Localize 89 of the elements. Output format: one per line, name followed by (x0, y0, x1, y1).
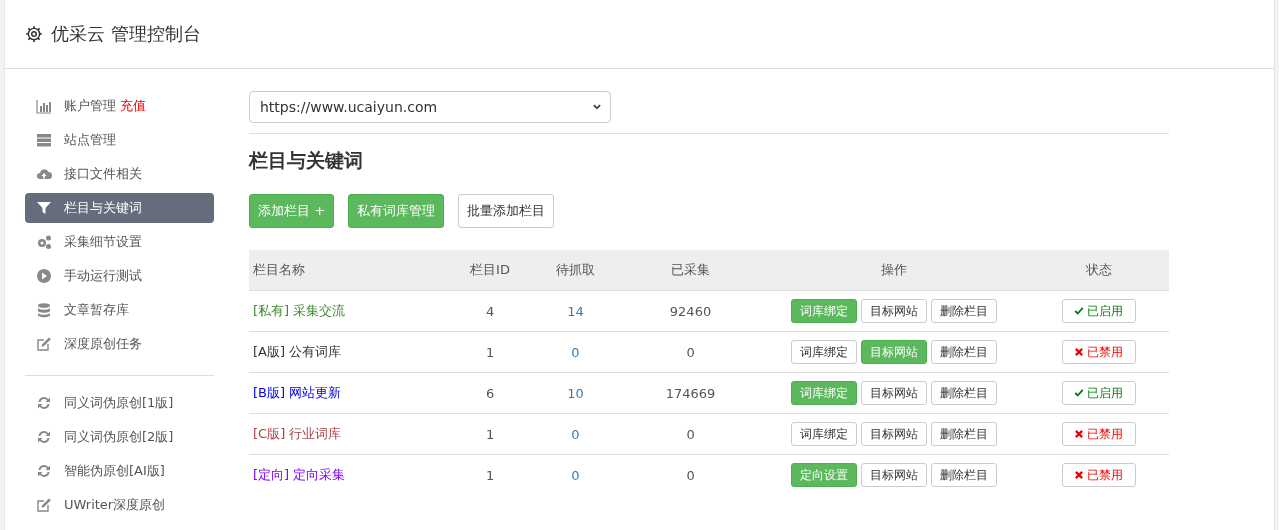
table-cell: 1 (449, 413, 531, 455)
column-name-cell: [B版] 网站更新 (249, 372, 450, 414)
action-button[interactable]: 词库绑定 (791, 422, 858, 446)
status-toggle[interactable]: 已禁用 (1061, 422, 1136, 446)
table-cell: 6 (449, 372, 531, 414)
database-icon (36, 302, 52, 318)
sidebar-item-label: 同义词伪原创[2版] (64, 428, 174, 446)
action-button[interactable]: 删除栏目 (931, 299, 998, 323)
action-button[interactable]: 目标网站 (861, 381, 928, 405)
column-header: 待抓取 (530, 250, 621, 291)
server-icon (36, 132, 52, 148)
action-button[interactable]: 目标网站 (861, 299, 928, 323)
action-button[interactable]: 删除栏目 (931, 340, 998, 364)
status-toggle[interactable]: 已启用 (1061, 381, 1136, 405)
action-button[interactable]: 词库绑定 (791, 340, 858, 364)
sidebar-item[interactable]: 同义词伪原创[1版] (25, 388, 214, 418)
chart-icon (36, 98, 52, 114)
section-title: 栏目与关键词 (249, 148, 364, 173)
recharge-link[interactable]: 充值 (120, 97, 146, 115)
sidebar-item-label: 文章暂存库 (64, 301, 129, 319)
edit-icon (36, 336, 52, 352)
sidebar-item[interactable]: 栏目与关键词 (25, 193, 214, 223)
cross-icon (1074, 470, 1085, 480)
column-header: 栏目名称 (249, 250, 450, 291)
sidebar-item-label: 栏目与关键词 (64, 199, 142, 217)
sidebar-item[interactable]: 深度原创任务 (25, 329, 214, 359)
cross-icon (1074, 347, 1085, 357)
site-select[interactable]: https://www.ucaiyun.com (249, 91, 611, 123)
action-button[interactable]: 删除栏目 (931, 381, 998, 405)
table-cell: 0 (530, 413, 621, 455)
sidebar-item-label: 站点管理 (64, 131, 116, 149)
refresh-icon (36, 463, 52, 479)
table-cell: 92460 (620, 290, 761, 332)
table-cell: 10 (530, 372, 621, 414)
status-toggle[interactable]: 已启用 (1061, 299, 1136, 323)
sidebar-item-label: 接口文件相关 (64, 165, 142, 183)
action-button[interactable]: 删除栏目 (931, 463, 998, 487)
settings-icon (25, 25, 43, 43)
sidebar-item-label: 智能伪原创[AI版] (64, 462, 165, 480)
edit-icon (36, 497, 52, 513)
check-icon (1074, 388, 1085, 398)
sidebar-item[interactable]: 站点管理 (25, 125, 214, 155)
sidebar-item-label: 手动运行测试 (64, 267, 142, 285)
status-toggle[interactable]: 已禁用 (1061, 340, 1136, 364)
sidebar-item[interactable]: 同义词伪原创[2版] (25, 422, 214, 452)
cloud-upload-icon (36, 166, 52, 182)
column-name-cell: [定向] 定向采集 (249, 454, 450, 495)
check-icon (1074, 306, 1085, 316)
cross-icon (1074, 429, 1085, 439)
column-header: 已采集 (620, 250, 761, 291)
sidebar-item-label: UWriter深度原创 (64, 496, 166, 514)
toolbar-button[interactable]: 批量添加栏目 (458, 194, 555, 228)
action-button[interactable]: 删除栏目 (931, 422, 998, 446)
table-cell: 1 (449, 331, 531, 373)
column-header: 状态 (1028, 250, 1169, 291)
column-name-cell: [私有] 采集交流 (249, 290, 450, 332)
sidebar-item-label: 深度原创任务 (64, 335, 142, 353)
table-cell: 14 (530, 290, 621, 332)
column-name-cell: [C版] 行业词库 (249, 413, 450, 455)
sidebar-item[interactable]: UWriter深度原创 (25, 490, 214, 520)
action-button[interactable]: 目标网站 (861, 422, 928, 446)
table-cell: 0 (620, 454, 761, 495)
app-title: 优采云 管理控制台 (51, 22, 201, 46)
sidebar-item[interactable]: 接口文件相关 (25, 159, 214, 189)
column-name-cell: [A版] 公有词库 (249, 331, 450, 373)
sidebar-item-label: 同义词伪原创[1版] (64, 394, 174, 412)
table-cell: 174669 (620, 372, 761, 414)
sidebar-item-label: 账户管理 (64, 97, 116, 115)
sidebar-item-label: 采集细节设置 (64, 233, 142, 251)
sidebar-item[interactable]: 智能伪原创[AI版] (25, 456, 214, 486)
table-cell: 4 (449, 290, 531, 332)
table-cell: 1 (449, 454, 531, 495)
table-cell: 0 (620, 331, 761, 373)
table-cell: 0 (530, 331, 621, 373)
column-header: 栏目ID (449, 250, 531, 291)
table-cell: 0 (530, 454, 621, 495)
filter-icon (36, 200, 52, 216)
column-header: 操作 (760, 250, 1029, 291)
table-cell: 0 (620, 413, 761, 455)
action-button[interactable]: 目标网站 (861, 463, 928, 487)
sidebar-item[interactable]: 文章暂存库 (25, 295, 214, 325)
sidebar-item[interactable]: 手动运行测试 (25, 261, 214, 291)
refresh-icon (36, 395, 52, 411)
play-icon (36, 268, 52, 284)
refresh-icon (36, 429, 52, 445)
sidebar-item[interactable]: 采集细节设置 (25, 227, 214, 257)
chevron-down-icon (592, 102, 602, 112)
status-toggle[interactable]: 已禁用 (1061, 463, 1136, 487)
sidebar-item[interactable]: 账户管理 充值 (25, 91, 214, 121)
